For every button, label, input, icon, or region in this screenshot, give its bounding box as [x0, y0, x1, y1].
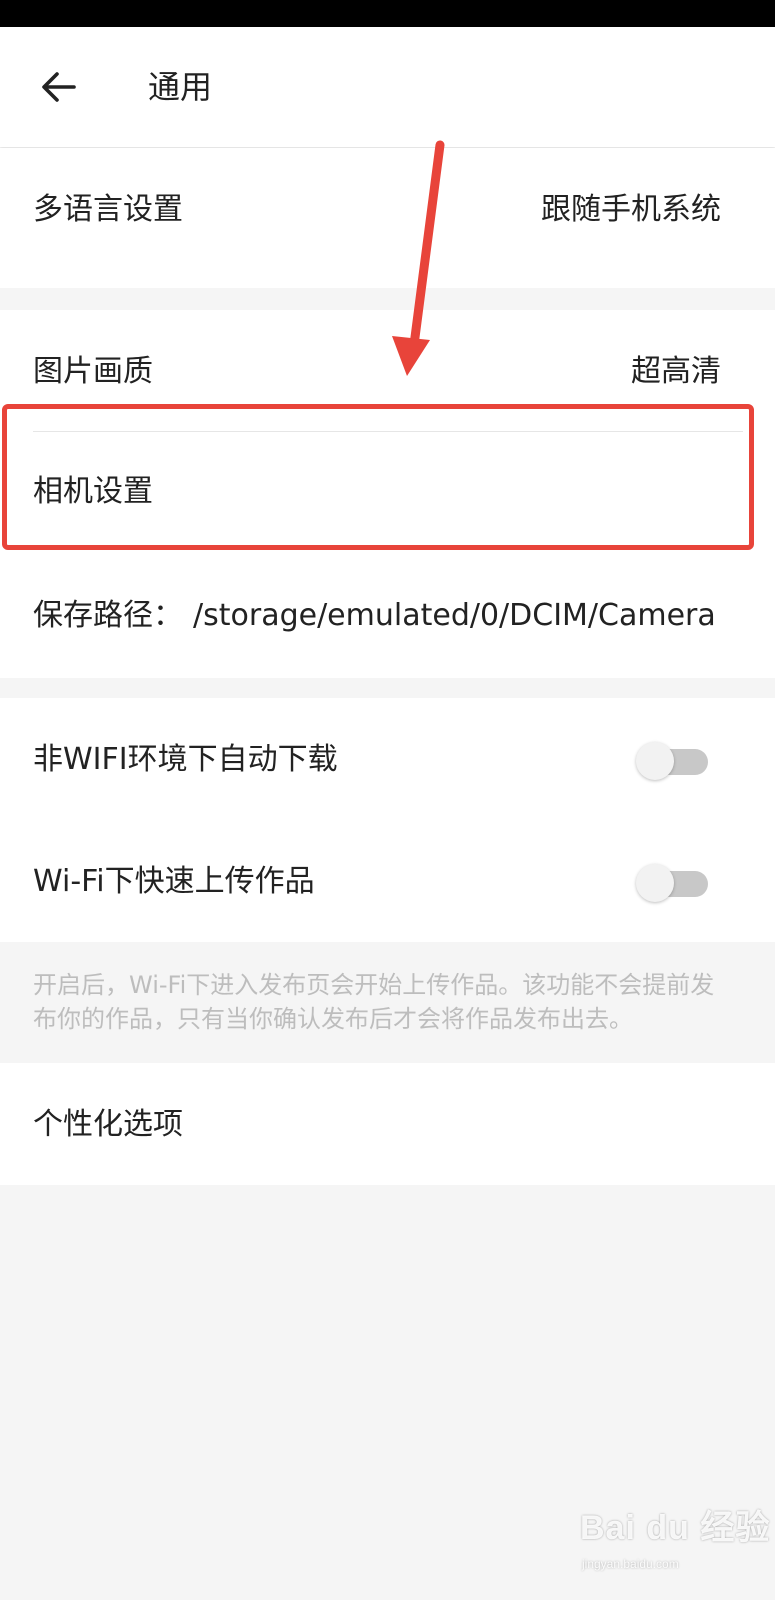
annotation-highlight-box	[2, 404, 754, 550]
watermark-brand: Bai du 经验	[580, 1509, 771, 1547]
save-path-row[interactable]: 保存路径： /storage/emulated/0/DCIM/Camera	[0, 556, 775, 678]
image-quality-label: 图片画质	[33, 354, 153, 389]
top-app-bar: 通用	[0, 27, 775, 147]
status-bar	[0, 0, 775, 27]
back-button[interactable]	[30, 59, 86, 115]
page-title: 通用	[148, 68, 213, 106]
language-setting-label: 多语言设置	[33, 192, 183, 227]
personalization-row[interactable]: 个性化选项	[0, 1063, 775, 1185]
watermark-url: jingyan.baidu.com	[582, 1557, 679, 1571]
wifi-upload-label: Wi-Fi下快速上传作品	[33, 864, 315, 899]
save-path-value: /storage/emulated/0/DCIM/Camera	[193, 598, 716, 633]
personalization-card: 个性化选项	[0, 1063, 775, 1185]
toggle-knob	[636, 864, 674, 902]
personalization-label: 个性化选项	[33, 1107, 183, 1142]
auto-download-label: 非WIFI环境下自动下载	[33, 742, 338, 777]
save-path-label: 保存路径：	[33, 598, 183, 633]
baidu-jingyan-watermark: Bai du 经验 jingyan.baidu.com	[580, 1506, 769, 1586]
wifi-upload-row: Wi-Fi下快速上传作品	[0, 820, 775, 942]
annotation-arrow-icon	[392, 140, 445, 376]
auto-download-toggle[interactable]	[636, 741, 708, 781]
language-setting-value: 跟随手机系统	[541, 192, 721, 227]
wifi-upload-toggle[interactable]	[636, 863, 708, 903]
toggle-knob	[636, 742, 674, 780]
auto-download-row: 非WIFI环境下自动下载	[0, 698, 775, 820]
network-settings-card: 非WIFI环境下自动下载 Wi-Fi下快速上传作品	[0, 698, 775, 942]
wifi-upload-description: 开启后，Wi-Fi下进入发布页会开始上传作品。该功能不会提前发布你的作品，只有当…	[33, 971, 715, 1033]
save-path-text: 保存路径： /storage/emulated/0/DCIM/Camera	[33, 596, 716, 636]
image-quality-value: 超高清	[631, 354, 721, 389]
arrow-left-icon	[42, 72, 76, 102]
